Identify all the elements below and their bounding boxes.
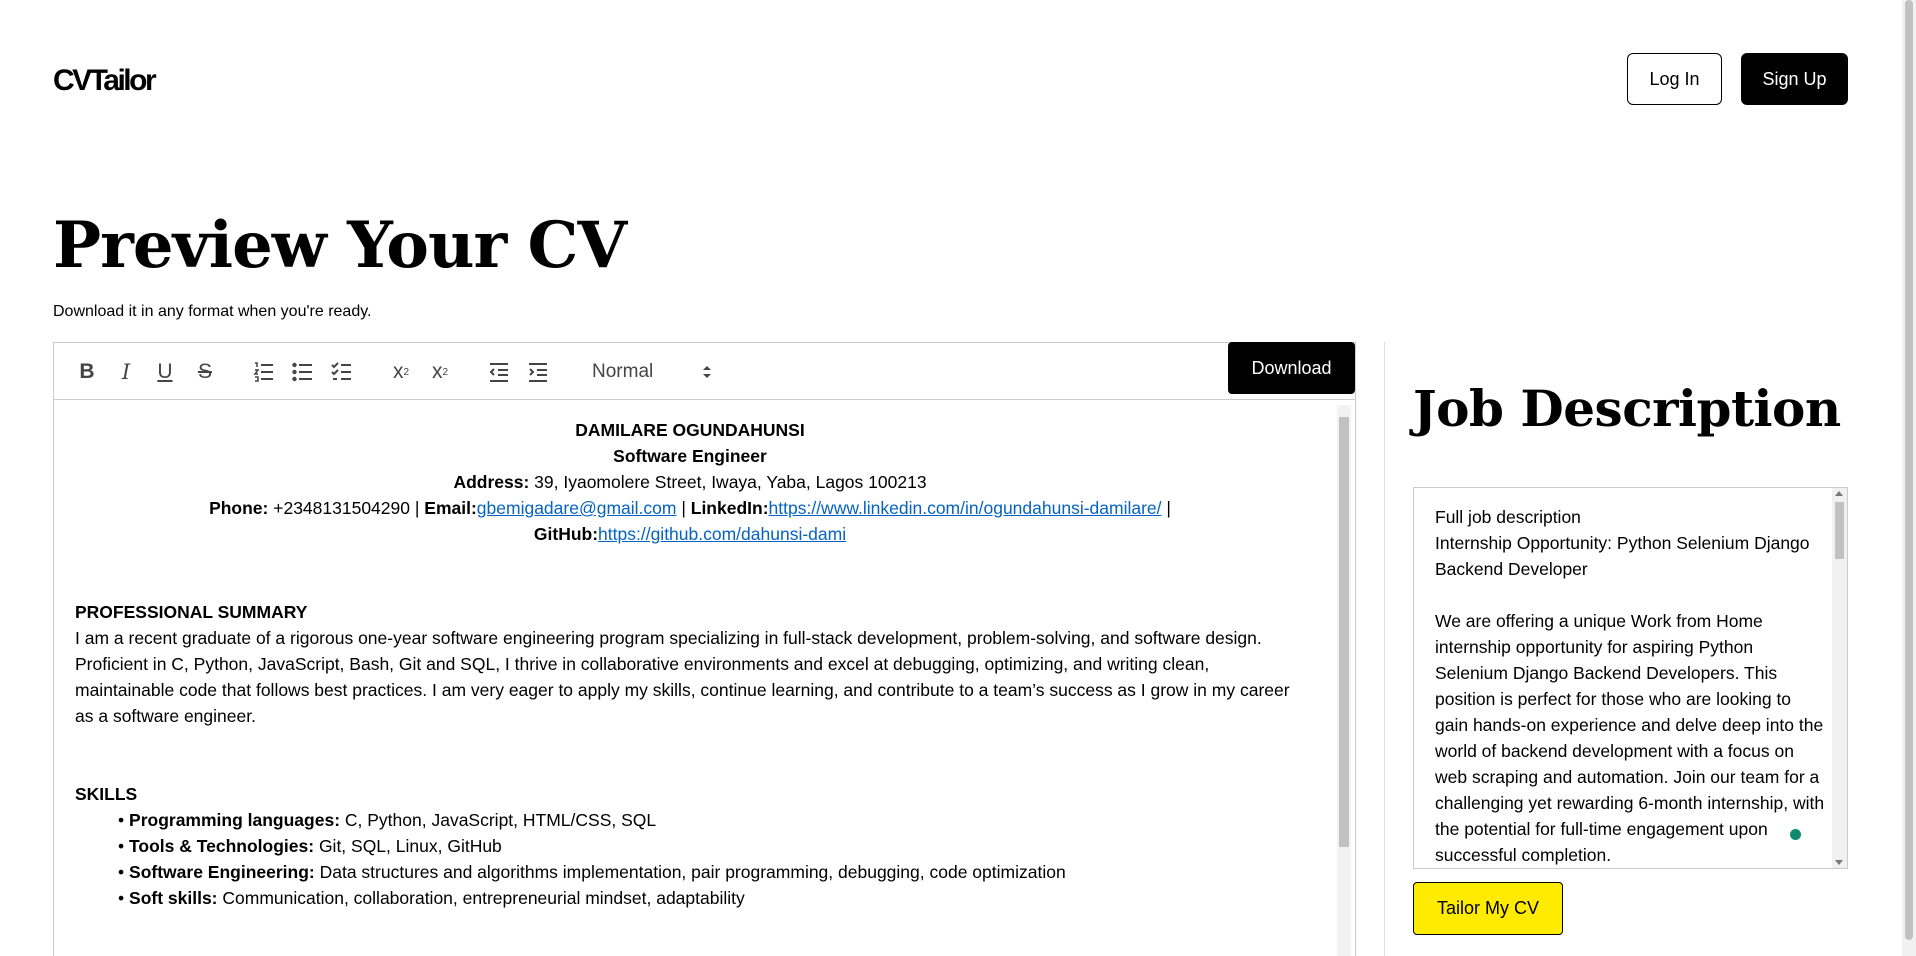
email-link[interactable]: gbemigadare@gmail.com [477, 498, 677, 518]
job-description-title: Job Description [1413, 379, 1841, 438]
cv-editor: B I U S x2 x2 Normal Download DAMILARE O… [53, 342, 1356, 956]
bullet: • [118, 862, 125, 882]
cv-github-line: GitHub:https://github.com/dahunsi-dami [75, 521, 1305, 547]
github-label: GitHub: [533, 524, 599, 544]
job-description-text[interactable]: Full job description Internship Opportun… [1435, 504, 1827, 868]
logo[interactable]: CVTailor [53, 64, 157, 98]
bullet: • [118, 810, 125, 830]
bullet-list-icon[interactable] [290, 359, 316, 385]
job-description-textarea[interactable]: Full job description Internship Opportun… [1413, 487, 1848, 869]
separator: | [1161, 498, 1171, 518]
editor-scrollbar[interactable] [1337, 405, 1351, 956]
page-title: Preview Your CV [53, 208, 627, 283]
cv-name: DAMILARE OGUNDAHUNSI [575, 420, 805, 440]
list-item: • Tools & Technologies: Git, SQL, Linux,… [118, 833, 1305, 859]
text-style-value: Normal [592, 361, 654, 382]
skill-label: Soft skills: [129, 888, 218, 908]
list-item: • Programming languages: C, Python, Java… [118, 807, 1305, 833]
italic-icon[interactable]: I [113, 359, 139, 385]
phone-value: +2348131504290 | [268, 498, 425, 518]
indent-icon[interactable] [525, 359, 551, 385]
page-scrollbar[interactable] [1902, 0, 1916, 956]
separator: | [676, 498, 691, 518]
login-button[interactable]: Log In [1627, 53, 1722, 105]
list-item: • Software Engineering: Data structures … [118, 859, 1305, 885]
text-style-select[interactable]: Normal [592, 359, 712, 385]
skills-list: • Programming languages: C, Python, Java… [75, 807, 1305, 911]
cv-address: Address: 39, Iyaomolere Street, Iwaya, Y… [75, 469, 1305, 495]
list-item: • Soft skills: Communication, collaborat… [118, 885, 1305, 911]
address-label: Address: [453, 472, 530, 492]
ordered-list-icon[interactable] [251, 359, 277, 385]
panel-divider [1384, 342, 1385, 956]
linkedin-link[interactable]: https://www.linkedin.com/in/ogundahunsi-… [769, 498, 1162, 518]
scroll-down-icon[interactable] [1835, 860, 1843, 865]
strikethrough-icon[interactable]: S [192, 359, 218, 385]
select-arrows-icon [703, 366, 711, 378]
phone-label: Phone: [209, 498, 269, 518]
skills-heading: SKILLS [75, 784, 138, 804]
outdent-icon[interactable] [486, 359, 512, 385]
summary-heading: PROFESSIONAL SUMMARY [75, 602, 308, 622]
page-subtitle: Download it in any format when you're re… [53, 303, 372, 320]
skill-value: Git, SQL, Linux, GitHub [314, 836, 502, 856]
job-description-scrollbar-thumb[interactable] [1835, 502, 1844, 559]
bold-icon[interactable]: B [74, 359, 100, 385]
bullet: • [118, 836, 125, 856]
subscript-icon[interactable]: x2 [388, 359, 414, 385]
checklist-icon[interactable] [329, 359, 355, 385]
bullet: • [118, 888, 125, 908]
skill-value: Communication, collaboration, entreprene… [217, 888, 745, 908]
skill-value: Data structures and algorithms implement… [314, 862, 1066, 882]
underline-icon[interactable]: U [152, 359, 178, 385]
cv-content[interactable]: DAMILARE OGUNDAHUNSI Software Engineer A… [54, 401, 1355, 956]
skill-label: Software Engineering: [129, 862, 315, 882]
skill-label: Programming languages: [129, 810, 341, 830]
skill-label: Tools & Technologies: [129, 836, 315, 856]
download-button[interactable]: Download [1228, 342, 1355, 394]
email-label: Email: [424, 498, 477, 518]
skill-value: C, Python, JavaScript, HTML/CSS, SQL [340, 810, 657, 830]
cv-contact-line: Phone: +2348131504290 | Email:gbemigadar… [75, 495, 1305, 521]
tailor-cv-button[interactable]: Tailor My CV [1413, 882, 1563, 935]
summary-text: I am a recent graduate of a rigorous one… [75, 628, 1290, 726]
linkedin-label: LinkedIn: [690, 498, 769, 518]
superscript-icon[interactable]: x2 [427, 359, 453, 385]
address-value: 39, Iyaomolere Street, Iwaya, Yaba, Lago… [529, 472, 927, 492]
page-scrollbar-thumb[interactable] [1905, 0, 1913, 940]
signup-button[interactable]: Sign Up [1741, 53, 1848, 105]
editor-toolbar: B I U S x2 x2 Normal Download [54, 342, 1355, 400]
github-link[interactable]: https://github.com/dahunsi-dami [598, 524, 846, 544]
scroll-up-icon[interactable] [1835, 491, 1843, 496]
status-dot-icon [1790, 829, 1801, 840]
job-description-scrollbar[interactable] [1832, 488, 1847, 868]
cv-role: Software Engineer [613, 446, 767, 466]
editor-scrollbar-thumb[interactable] [1339, 417, 1349, 847]
